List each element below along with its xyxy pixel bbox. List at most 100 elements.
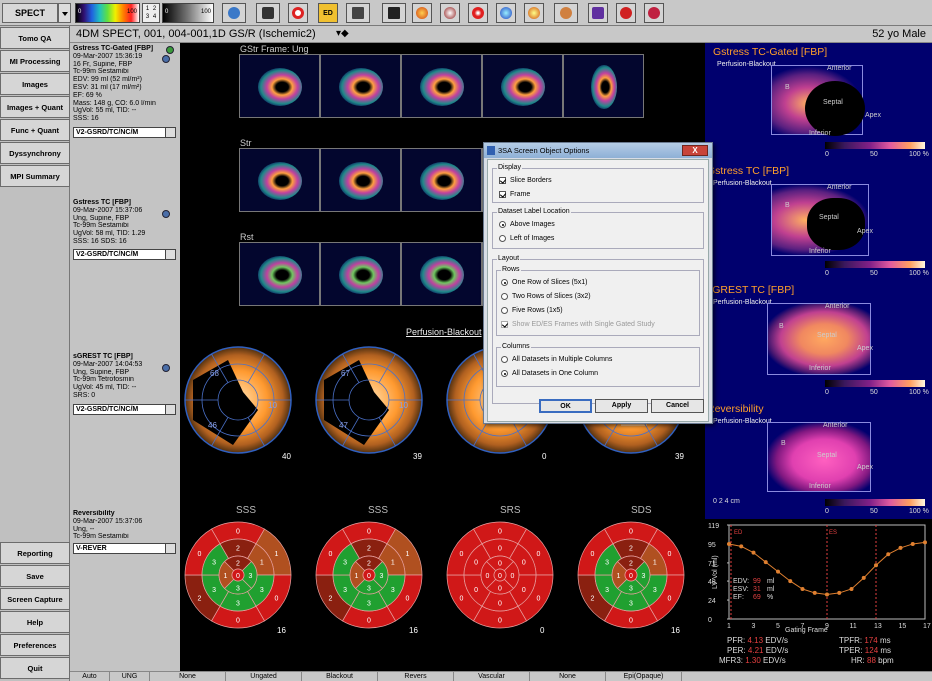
volume-point[interactable] <box>776 569 780 574</box>
status-auto[interactable]: Auto <box>70 672 110 681</box>
two-rows-radio[interactable]: Two Rows of Slices (3x2) <box>501 293 591 300</box>
screen-capture-button[interactable]: Screen Capture <box>0 588 70 610</box>
volume-point[interactable] <box>898 545 903 550</box>
left-images-radio[interactable]: Left of Images <box>499 235 554 242</box>
zoom-icon[interactable] <box>222 3 246 23</box>
volume-point[interactable] <box>923 540 927 545</box>
heart-red-icon[interactable] <box>412 3 432 23</box>
volume-icon[interactable] <box>588 3 608 23</box>
frame-checkbox[interactable]: Frame <box>499 191 530 198</box>
close-icon[interactable]: X <box>682 145 708 156</box>
colormap-bar-gray[interactable]: 0 100 <box>162 3 214 23</box>
one-column-radio[interactable]: All Datasets in One Column <box>501 370 598 377</box>
heart-blue-icon[interactable] <box>496 3 516 23</box>
one-row-radio[interactable]: One Row of Slices (5x1) <box>501 279 587 286</box>
volume-point[interactable] <box>727 541 731 546</box>
volume-point[interactable] <box>751 550 756 555</box>
volume-point[interactable] <box>800 586 805 591</box>
study-selector-icon[interactable]: ▾◆ <box>336 28 349 39</box>
menu-dyssynchrony[interactable]: Dyssynchrony <box>0 142 70 164</box>
volume-point[interactable] <box>763 560 768 565</box>
score-segment-value: 0 <box>498 561 502 568</box>
heart-green-icon[interactable] <box>524 3 544 23</box>
apply-button[interactable]: Apply <box>595 399 648 413</box>
dyssync-icon[interactable] <box>554 3 578 23</box>
dataset-select-rest[interactable]: V2-GSRD/TC/NC/M <box>73 404 176 415</box>
panel-sub: Perfusion-Blackout <box>713 180 772 187</box>
status-epi[interactable]: Epi(Opaque) <box>606 672 682 681</box>
mode-select[interactable]: SPECT <box>2 3 58 23</box>
five-rows-radio[interactable]: Five Rows (1x5) <box>501 307 563 314</box>
ok-button[interactable]: OK <box>539 399 592 413</box>
3d-panel-gated[interactable]: Gstress TC-Gated [FBP] Perfusion-Blackou… <box>705 43 932 161</box>
export-heart-icon[interactable] <box>644 3 664 23</box>
multi-columns-radio[interactable]: All Datasets in Multiple Columns <box>501 356 612 363</box>
frame-label: Frame <box>510 191 531 198</box>
ed-button[interactable]: ED <box>318 3 338 23</box>
status-none-2[interactable]: None <box>530 672 606 681</box>
status-ungated[interactable]: Ungated <box>226 672 302 681</box>
3d-panel-rest[interactable]: sGREST TC [FBP] Perfusion-Blackout Anter… <box>705 281 932 399</box>
menu-images[interactable]: Images <box>0 73 70 95</box>
help-button[interactable]: Help <box>0 611 70 633</box>
score-segment-value: 0 <box>498 529 502 536</box>
colormap-bar-color[interactable]: 0 100 <box>75 3 140 23</box>
camera-icon[interactable] <box>256 3 280 23</box>
menu-images-quant[interactable]: Images + Quant <box>0 96 70 118</box>
ds-line: ESV: 31 ml (17 ml/m²) <box>73 83 142 91</box>
slice-borders-checkbox[interactable]: Slice Borders <box>499 177 552 184</box>
score-segment-value: 2 <box>197 595 201 602</box>
score-segment-value: 0 <box>522 559 526 566</box>
dataset-settings-icon[interactable] <box>162 55 170 63</box>
above-images-radio[interactable]: Above Images <box>499 221 555 228</box>
monitor-icon[interactable] <box>346 3 370 23</box>
group-label-location-title: Dataset Label Location <box>497 208 571 215</box>
heart-dark-icon[interactable] <box>440 3 460 23</box>
dataset-settings-icon[interactable] <box>162 364 170 372</box>
label-inferior: Inferior <box>809 248 831 255</box>
status-ung[interactable]: UNG <box>110 672 150 681</box>
menu-mpi-summary[interactable]: MPI Summary <box>0 165 70 187</box>
3d-panel-reversibility[interactable]: Reversibility Perfusion-Blackout Anterio… <box>705 400 932 518</box>
panel-colorbar <box>825 261 925 268</box>
graph-stat-unit: ml <box>767 586 775 593</box>
add-icon[interactable] <box>166 46 174 54</box>
dataset-select-reversibility[interactable]: V-REVER <box>73 543 176 554</box>
status-blackout[interactable]: Blackout <box>302 672 378 681</box>
volume-point[interactable] <box>861 575 866 580</box>
function-stats: PFR: 4.13 EDV/s PER: 4.21 EDV/s MFR3: 1.… <box>705 634 932 671</box>
report-heart-icon[interactable] <box>616 3 636 23</box>
menu-reporting[interactable]: Reporting <box>0 542 70 564</box>
heart-bullseye-icon[interactable] <box>468 3 488 23</box>
status-vascular[interactable]: Vascular <box>454 672 530 681</box>
layout-grid-button[interactable]: 1 2 3 4 <box>142 3 160 23</box>
score-segment-value: 0 <box>498 601 502 608</box>
volume-curve-graph[interactable]: 119 95 71 48 24 0 1 3 5 7 9 11 13 15 17 Gating Frame LV … <box>705 519 932 634</box>
volume-point[interactable] <box>825 592 829 597</box>
status-none-1[interactable]: None <box>150 672 226 681</box>
volume-point[interactable] <box>910 541 915 546</box>
menu-tomo-qa[interactable]: Tomo QA <box>0 27 70 49</box>
volume-point[interactable] <box>739 544 744 549</box>
volume-point[interactable] <box>886 552 891 557</box>
preferences-button[interactable]: Preferences <box>0 634 70 656</box>
screen-icon[interactable] <box>382 3 406 23</box>
volume-point[interactable] <box>837 590 842 595</box>
mode-dropdown-arrow[interactable] <box>58 3 71 23</box>
status-revers[interactable]: Revers <box>378 672 454 681</box>
group-columns: Columns All Datasets in Multiple Columns… <box>496 343 700 387</box>
dataset-select-gated[interactable]: V2-GSRD/TC/NC/M <box>73 127 176 138</box>
3d-panel-stress[interactable]: Gstress TC [FBP] Perfusion-Blackout Ante… <box>705 162 932 280</box>
cancel-button[interactable]: Cancel <box>651 399 704 413</box>
volume-point[interactable] <box>874 563 878 568</box>
menu-mi-processing[interactable]: MI Processing <box>0 50 70 72</box>
volume-point[interactable] <box>788 579 793 584</box>
dataset-settings-icon[interactable] <box>162 210 170 218</box>
menu-func-quant[interactable]: Func + Quant <box>0 119 70 141</box>
volume-point[interactable] <box>849 586 854 591</box>
volume-point[interactable] <box>812 590 817 595</box>
dataset-select-stress[interactable]: V2-GSRD/TC/NC/M <box>73 249 176 260</box>
target-icon[interactable] <box>288 3 308 23</box>
quit-button[interactable]: Quit <box>0 657 70 679</box>
save-button[interactable]: Save <box>0 565 70 587</box>
